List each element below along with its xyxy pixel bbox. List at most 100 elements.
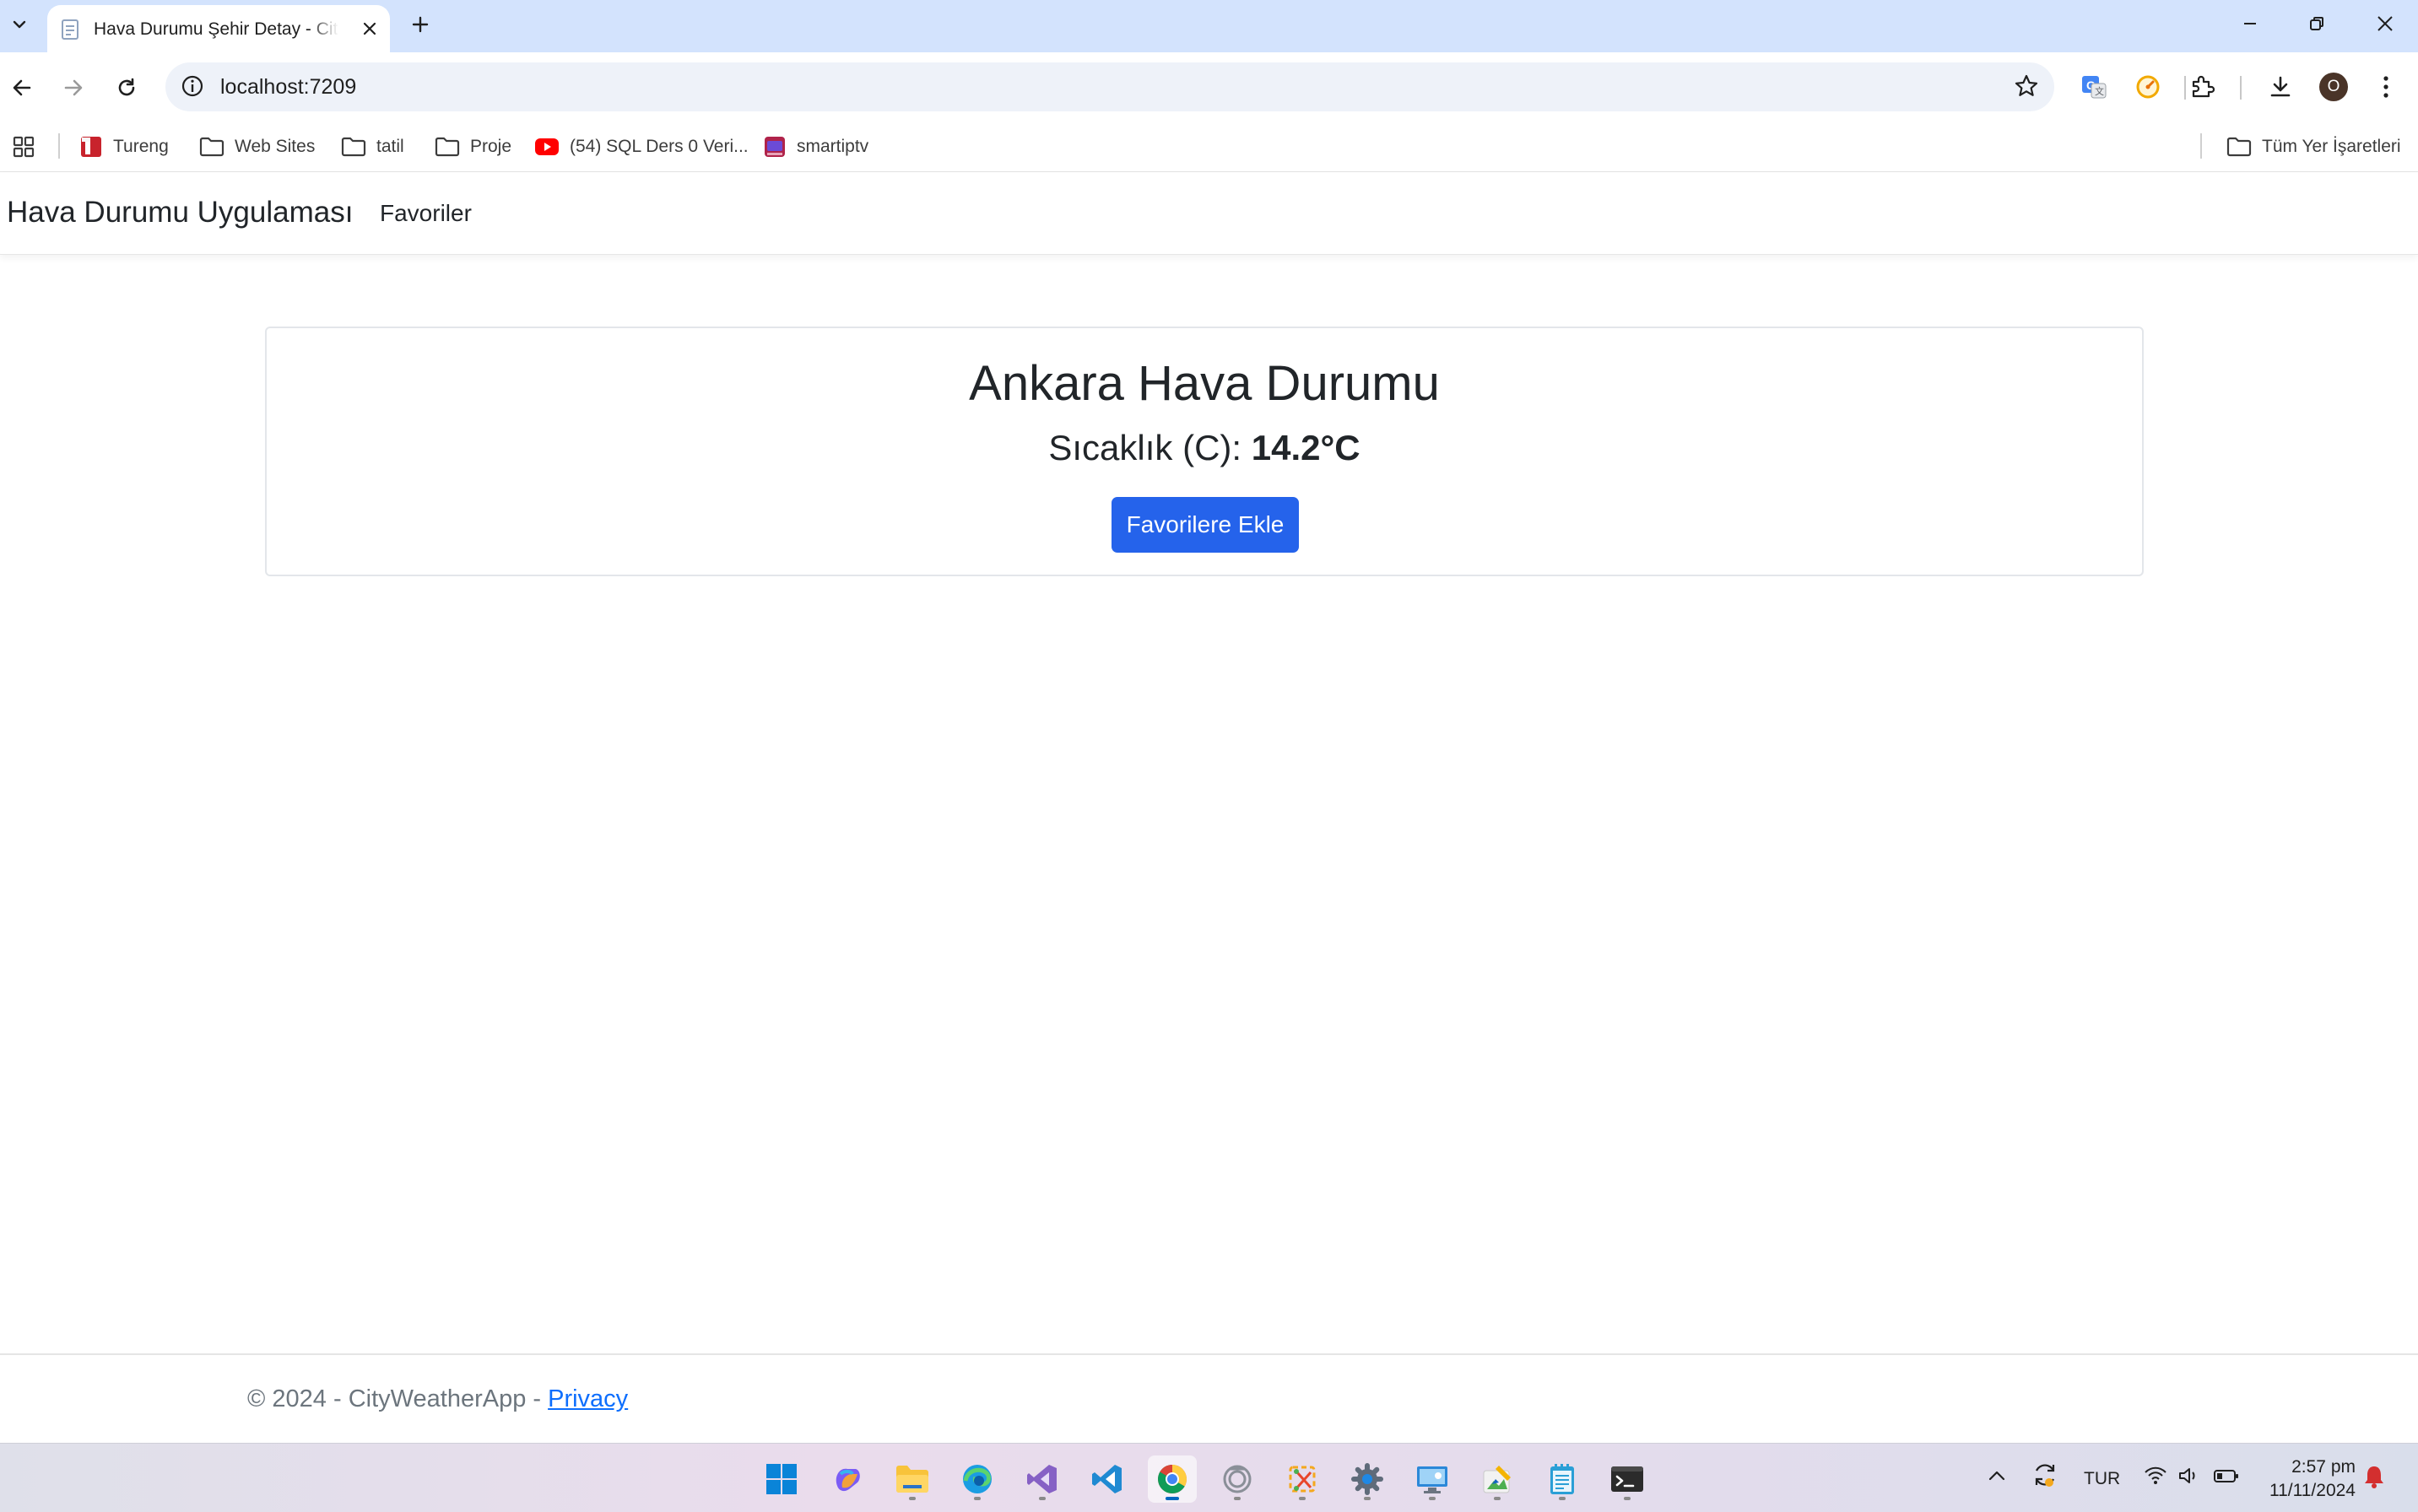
extensions-puzzle-icon[interactable] [2183,68,2221,106]
taskbar-chrome[interactable] [1148,1455,1197,1503]
new-tab-button[interactable] [407,11,434,38]
taskbar-start-button[interactable] [757,1455,806,1503]
wifi-icon [2145,1466,2166,1484]
bookmark-label: smartiptv [797,137,869,156]
add-to-favorites-button[interactable]: Favorilere Ekle [1112,497,1299,553]
bookmark-folder-web-sites[interactable]: Web Sites [199,132,315,162]
tab-close-icon[interactable] [358,17,381,40]
site-footer: © 2024 - CityWeatherApp - Privacy [0,1353,2418,1443]
restore-window-button[interactable] [2300,10,2334,37]
file-explorer-icon [896,1466,928,1493]
downloads-icon[interactable] [2261,68,2300,106]
close-icon [2377,16,2393,31]
footer-copyright: © 2024 - CityWeatherApp - [247,1385,549,1412]
chevron-down-icon [13,20,26,29]
running-indicator [1559,1497,1566,1500]
tray-sync-button[interactable] [2031,1461,2059,1489]
taskbar-visual-studio[interactable] [1018,1455,1067,1503]
taskbar-snipping-tool[interactable] [1278,1455,1327,1503]
all-bookmarks-label: Tüm Yer İşaretleri [2262,137,2401,156]
bookmark-star-icon[interactable] [2014,73,2039,99]
temperature-value: 14.2°C [1251,428,1360,467]
tray-notifications-button[interactable] [2363,1464,2385,1489]
more-vertical-icon [2383,76,2388,98]
snipping-tool-icon [1289,1466,1316,1493]
taskbar-copilot[interactable] [823,1455,872,1503]
browser-tab-active[interactable]: Hava Durumu Şehir Detay - CityWeatherApp [47,5,390,52]
notepad-icon [1550,1464,1574,1494]
tab-title: Hava Durumu Şehir Detay - CityWeatherApp [94,19,338,39]
bookmark-smartiptv[interactable]: smartiptv [763,132,868,162]
taskbar-app-ring[interactable] [1213,1455,1262,1503]
bookmark-label: Tureng [113,137,169,156]
running-indicator [974,1497,981,1500]
forward-button[interactable] [53,68,94,108]
taskbar-paint[interactable] [1473,1455,1522,1503]
youtube-icon [535,138,559,155]
bookmark-label: Proje [470,137,512,156]
page-favicon-icon [59,19,81,40]
folder-icon [199,137,224,157]
address-url: localhost:7209 [220,75,357,99]
taskbar-notepad[interactable] [1538,1455,1587,1503]
running-indicator [1166,1497,1179,1500]
minimize-window-button[interactable] [2233,10,2267,37]
taskbar-terminal[interactable] [1603,1455,1652,1503]
windows-taskbar: TUR 2:57 pm 11/11/2024 [0,1443,2418,1512]
chevron-up-icon [1988,1471,2005,1481]
nav-link-favoriler[interactable]: Favoriler [380,200,472,227]
apps-grid-button[interactable] [12,132,35,162]
taskbar-file-explorer[interactable] [888,1455,937,1503]
reload-button[interactable] [106,68,147,108]
close-window-button[interactable] [2368,10,2402,37]
tab-search-button[interactable] [5,10,34,39]
tray-overflow-button[interactable] [1987,1466,2007,1486]
bookmarks-divider [58,133,60,159]
bookmark-folder-tatil[interactable]: tatil [341,132,404,162]
taskbar-settings[interactable] [1343,1455,1392,1503]
running-indicator [909,1497,916,1500]
bookmark-tureng[interactable]: Tureng [79,132,169,162]
taskbar-clock[interactable]: 2:57 pm 11/11/2024 [2269,1455,2356,1503]
temperature-line: Sıcaklık (C): 14.2°C [267,428,2142,468]
bookmark-label: Web Sites [235,137,316,156]
smartiptv-icon [765,137,785,157]
taskbar-remote-desktop[interactable] [1408,1455,1457,1503]
all-bookmarks-button[interactable]: Tüm Yer İşaretleri [2226,132,2401,162]
minimize-icon [2244,23,2256,24]
browser-tab-strip: Hava Durumu Şehir Detay - CityWeatherApp [0,0,2418,52]
bookmark-sql-ders[interactable]: (54) SQL Ders 0 Veri... [534,132,749,162]
reload-icon [118,78,135,96]
navbar-brand[interactable]: Hava Durumu Uygulaması [7,196,353,230]
copilot-icon [836,1468,860,1492]
running-indicator [1429,1497,1436,1500]
restore-icon [2310,17,2323,30]
taskbar-vscode[interactable] [1083,1455,1132,1503]
privacy-link[interactable]: Privacy [548,1385,628,1412]
address-bar[interactable]: localhost:7209 [165,62,2054,111]
avatar: O [2319,73,2348,101]
language-indicator[interactable]: TUR [2084,1469,2120,1489]
running-indicator [1494,1497,1501,1500]
sync-icon [2035,1464,2055,1487]
notification-bell-icon [2365,1466,2383,1488]
bookmark-folder-proje[interactable]: Proje [435,132,511,162]
browser-menu-button[interactable] [2367,68,2405,106]
running-indicator [1299,1497,1306,1500]
browser-toolbar: localhost:7209 G文 O [0,52,2418,122]
back-button[interactable] [2,68,42,108]
tray-battery-button[interactable] [2213,1466,2240,1486]
footer-text: © 2024 - CityWeatherApp - Privacy [247,1385,628,1413]
profile-avatar-button[interactable]: O [2314,68,2353,106]
google-translate-icon[interactable]: G文 [2075,68,2113,106]
running-indicator [1039,1497,1046,1500]
site-navbar: Hava Durumu Uygulaması Favoriler [0,173,2418,255]
extension-gauge-icon[interactable] [2129,68,2167,106]
tray-volume-button[interactable] [2177,1466,2199,1486]
site-info-icon[interactable] [181,74,204,98]
bookmark-label: (54) SQL Ders 0 Veri... [570,137,749,156]
arrow-left-icon [13,79,31,96]
tray-wifi-button[interactable] [2144,1466,2167,1486]
running-indicator [1234,1497,1241,1500]
taskbar-edge[interactable] [953,1455,1002,1503]
